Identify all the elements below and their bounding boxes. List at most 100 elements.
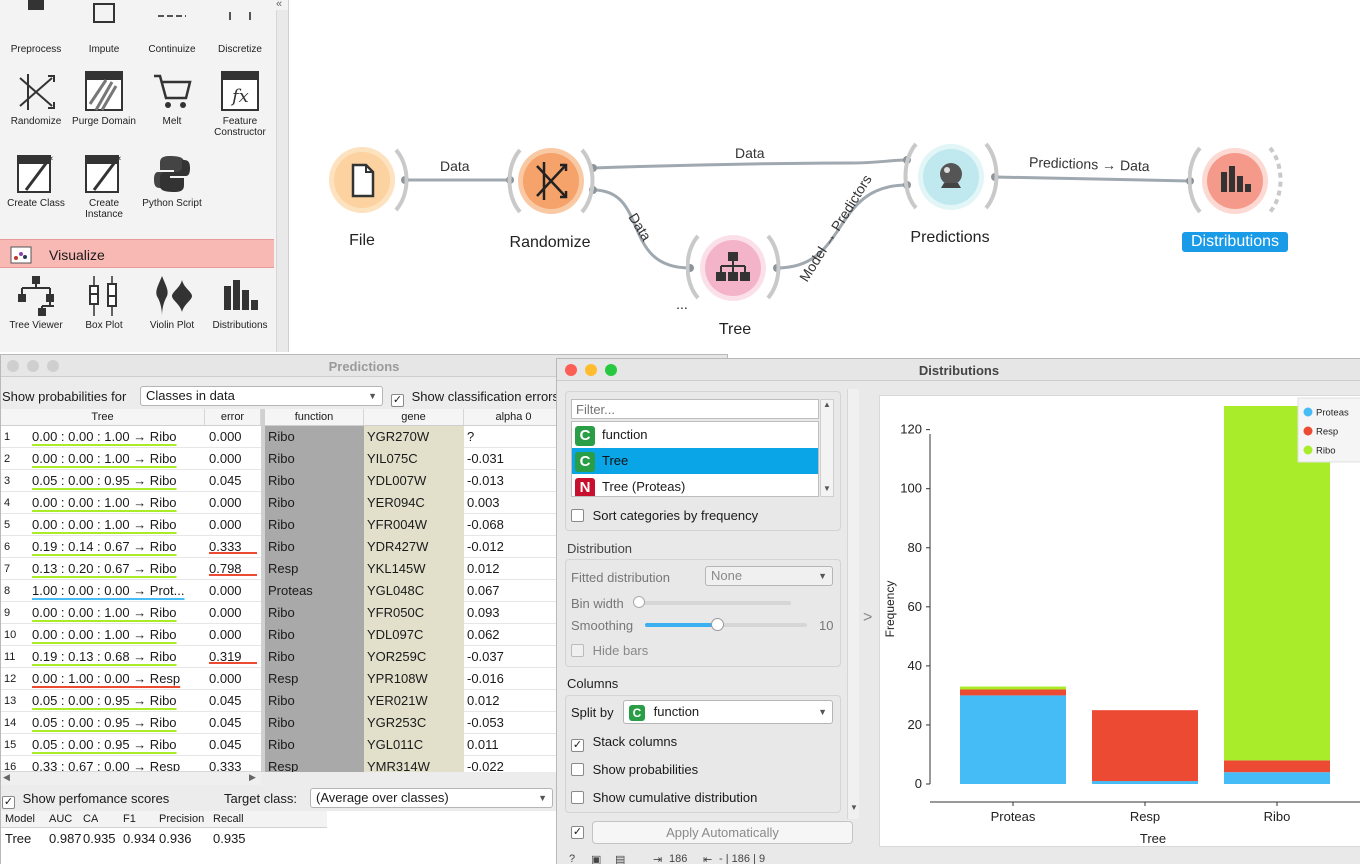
toolbox-item-randomize[interactable]: Randomize — [2, 70, 70, 127]
fitted-distribution-select[interactable]: None ▼ — [705, 566, 833, 586]
scores-cell: 0.935 — [213, 831, 246, 846]
link-label-randomize-predictions: Data — [735, 145, 765, 161]
toolbox-item-distributions[interactable]: Distributions — [206, 274, 274, 331]
variable-item[interactable]: Cfunction — [572, 422, 818, 448]
show-perf-checkbox[interactable]: ✓ — [2, 796, 15, 809]
collapse-panel-button[interactable]: > — [863, 609, 872, 627]
variable-filter-input[interactable] — [571, 399, 819, 419]
show-errors-row[interactable]: ✓ Show classification errors — [391, 389, 559, 407]
column-header-gene[interactable]: gene — [364, 409, 464, 426]
split-by-select[interactable]: C function ▼ — [623, 700, 833, 724]
column-header-alpha0[interactable]: alpha 0 — [464, 409, 564, 426]
tree-prediction: 0.19 : 0.14 : 0.67 → Ribo — [32, 539, 177, 554]
alpha-value: -0.012 — [467, 539, 504, 554]
toolbox-item-create-class[interactable]: ✶ Create Class — [2, 152, 70, 209]
scores-header[interactable]: Recall — [213, 811, 244, 828]
distributions-window: Distributions CfunctionCTreeNTree (Prote… — [556, 358, 1360, 864]
toolbox-item-purge-domain[interactable]: Purge Domain — [70, 70, 138, 127]
show-errors-checkbox[interactable]: ✓ — [391, 394, 404, 407]
randomize-icon — [19, 74, 55, 110]
scores-header[interactable]: Model — [5, 811, 35, 828]
bin-width-handle[interactable] — [633, 596, 645, 608]
panel-scrollbar[interactable]: ▼ — [847, 389, 859, 819]
smoothing-slider[interactable] — [645, 618, 807, 631]
y-axis-label: Frequency — [883, 581, 897, 638]
scroll-left-icon[interactable]: ◀ — [3, 772, 10, 783]
workflow-canvas[interactable]: File Randomize Tree ... Predictions Dist… — [290, 0, 1360, 352]
node-randomize[interactable] — [502, 146, 602, 221]
scores-header[interactable]: Precision — [159, 811, 204, 828]
show-probabilities-checkbox[interactable] — [571, 763, 584, 776]
apply-button[interactable]: Apply Automatically — [592, 821, 853, 844]
node-distributions[interactable] — [1187, 144, 1288, 223]
show-perf-row[interactable]: ✓ Show perfomance scores — [2, 791, 169, 809]
toolbox-item-create-instance[interactable]: ✶ Create Instance — [70, 152, 138, 220]
scores-header[interactable]: AUC — [49, 811, 72, 828]
variable-item[interactable]: N Tree (Proteas) — [572, 474, 818, 496]
y-tick-label: 0 — [915, 776, 922, 791]
scores-header[interactable]: F1 — [123, 811, 136, 828]
variable-list-scrollbar[interactable]: ▲ ▼ — [820, 399, 834, 497]
node-distributions-label: Distributions — [1182, 232, 1288, 252]
show-probabilities-select[interactable]: Classes in data ▼ — [140, 386, 383, 406]
smoothing-handle[interactable] — [711, 618, 724, 631]
alpha-value: -0.037 — [467, 649, 504, 664]
bar-proteas-proteas — [960, 695, 1066, 784]
variable-item[interactable]: C Tree — [572, 448, 818, 474]
scroll-up-icon[interactable]: ▲ — [823, 400, 831, 409]
toolbox-item-violin-plot[interactable]: Violin Plot — [138, 274, 206, 331]
stack-columns-row[interactable]: ✓ Stack columns — [571, 734, 677, 752]
toolbox-item-preprocess[interactable]: Preprocess — [2, 0, 70, 55]
show-cumulative-label: Show cumulative distribution — [592, 790, 758, 805]
toolbox-item-impute[interactable]: Impute — [70, 0, 138, 55]
show-cumulative-row[interactable]: Show cumulative distribution — [571, 790, 757, 805]
plot-area[interactable]: 0 20 40 60 80 100 120 Frequency Proteas Resp Ribo T… — [879, 395, 1360, 847]
node-predictions[interactable] — [902, 140, 1002, 219]
table-splitter[interactable] — [261, 409, 265, 772]
error-value: 0.319 — [209, 646, 257, 664]
show-cumulative-checkbox[interactable] — [571, 791, 584, 804]
toolbox-item-tree-viewer[interactable]: Tree Viewer — [2, 274, 70, 331]
function-value: Ribo — [265, 536, 364, 558]
scores-cell: 0.987 — [49, 831, 82, 846]
toolbox-item-feature-constructor[interactable]: fx Feature Constructor — [206, 70, 274, 138]
show-probabilities-row[interactable]: Show probabilities — [571, 762, 698, 777]
category-visualize[interactable]: Visualize — [0, 239, 274, 268]
toolbox-item-continuize[interactable]: Continuize — [138, 0, 206, 55]
toolbox-item-melt[interactable]: Melt — [138, 70, 206, 127]
bin-width-slider[interactable] — [633, 596, 791, 608]
smoothing-label: Smoothing — [571, 618, 634, 633]
scores-cell: 0.936 — [159, 831, 192, 846]
input-data-icon: ⇥ — [653, 854, 663, 864]
scores-header[interactable]: CA — [83, 811, 98, 828]
target-class-select[interactable]: (Average over classes) ▼ — [310, 788, 553, 808]
toolbox-item-python-script[interactable]: Python Script — [138, 152, 206, 209]
hide-bars-row[interactable]: Hide bars — [571, 643, 648, 658]
node-tree[interactable] — [685, 232, 786, 307]
column-header-error[interactable]: error — [205, 409, 261, 426]
apply-automatically-checkbox[interactable]: ✓ — [571, 826, 584, 839]
x-axis-label: Tree — [1140, 831, 1166, 846]
node-file[interactable] — [326, 146, 410, 219]
save-icon[interactable]: ▣ — [591, 853, 601, 864]
toolbox-item-label: Melt — [162, 116, 182, 127]
scroll-down-icon[interactable]: ▼ — [823, 484, 831, 493]
gene-value: YOR259C — [364, 646, 464, 668]
scroll-right-icon[interactable]: ▶ — [249, 772, 256, 783]
help-icon[interactable]: ? — [569, 853, 575, 864]
hide-bars-checkbox[interactable] — [571, 644, 584, 657]
report-icon[interactable]: ▤ — [615, 853, 625, 864]
toolbox-scrollbar[interactable] — [276, 10, 288, 352]
horizontal-scrollbar[interactable]: ◀ ▶ — [1, 771, 261, 785]
column-header-tree[interactable]: Tree — [1, 409, 205, 426]
scroll-down-icon[interactable]: ▼ — [850, 803, 858, 812]
function-value: Ribo — [265, 602, 364, 624]
toolbox-item-label: Preprocess — [10, 44, 62, 55]
error-value: 0.000 — [209, 429, 242, 444]
toolbox-item-discretize[interactable]: Discretize — [206, 0, 274, 55]
column-header-function[interactable]: function — [265, 409, 364, 426]
toolbox-item-box-plot[interactable]: Box Plot — [70, 274, 138, 331]
sort-categories-row[interactable]: Sort categories by frequency — [571, 508, 758, 523]
sort-categories-checkbox[interactable] — [571, 509, 584, 522]
stack-columns-checkbox[interactable]: ✓ — [571, 739, 584, 752]
